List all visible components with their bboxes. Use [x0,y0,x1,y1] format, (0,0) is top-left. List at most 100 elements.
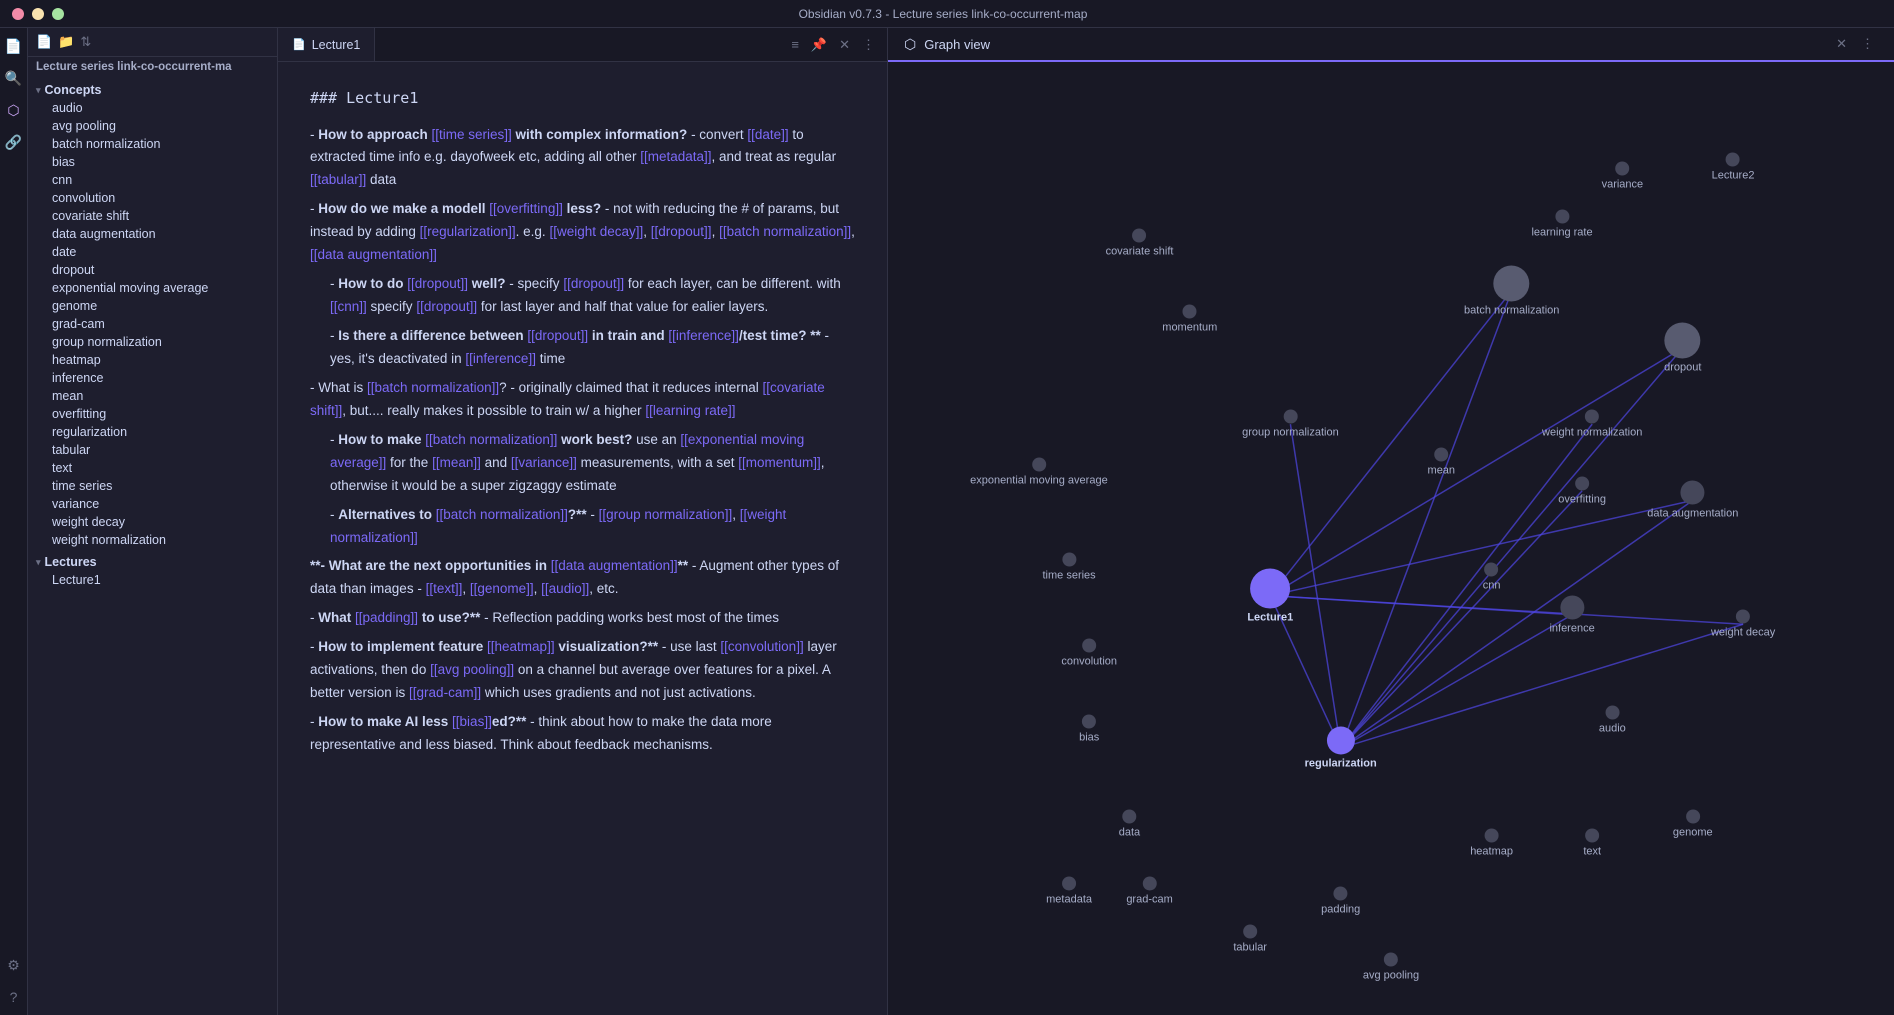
tree-item-regularization[interactable]: regularization [28,423,277,441]
graph-node-inference[interactable]: inference [1549,595,1594,634]
graph-node-data_augmentation[interactable]: data augmentation [1647,481,1738,520]
graph-node-time_series[interactable]: time series [1042,553,1095,582]
link-learning-rate[interactable]: [[learning rate]] [645,403,735,418]
tree-item-audio[interactable]: audio [28,99,277,117]
graph-node-text[interactable]: text [1583,829,1601,858]
tree-item-inference[interactable]: inference [28,369,277,387]
tree-item-dropout[interactable]: dropout [28,261,277,279]
graph-node-metadata[interactable]: metadata [1046,877,1092,906]
tree-item-variance[interactable]: variance [28,495,277,513]
activity-settings[interactable]: ⚙ [4,955,24,975]
link-weight-decay[interactable]: [[weight decay]] [549,224,643,239]
link-overfitting[interactable]: [[overfitting]] [489,201,563,216]
graph-node-variance[interactable]: variance [1602,162,1644,191]
link-dropout-3[interactable]: [[dropout]] [563,276,624,291]
link-batch-norm-3[interactable]: [[batch normalization]] [425,432,557,447]
link-regularization[interactable]: [[regularization]] [420,224,516,239]
link-heatmap[interactable]: [[heatmap]] [487,639,555,654]
link-inference[interactable]: [[inference]] [668,328,739,343]
link-padding[interactable]: [[padding]] [355,610,418,625]
graph-node-batch_normalization[interactable]: batch normalization [1464,265,1559,316]
tree-item-batch-normalization[interactable]: batch normalization [28,135,277,153]
editor-content[interactable]: ### Lecture1 - How to approach [[time se… [278,62,887,1015]
minimize-button[interactable] [32,8,44,20]
tree-item-mean[interactable]: mean [28,387,277,405]
graph-node-weight_normalization[interactable]: weight normalization [1542,410,1642,439]
graph-node-learning_rate[interactable]: learning rate [1531,210,1592,239]
link-avg-pooling[interactable]: [[avg pooling]] [430,662,514,677]
link-data-aug-2[interactable]: [[data augmentation]] [551,558,678,573]
graph-node-weight_decay[interactable]: weight decay [1711,610,1775,639]
tree-item-overfitting[interactable]: overfitting [28,405,277,423]
tree-item-time-series[interactable]: time series [28,477,277,495]
tree-item-group-normalization[interactable]: group normalization [28,333,277,351]
tree-item-grad-cam[interactable]: grad-cam [28,315,277,333]
tree-item-weight-decay[interactable]: weight decay [28,513,277,531]
tree-item-data-augmentation[interactable]: data augmentation [28,225,277,243]
graph-node-group_normalization[interactable]: group normalization [1242,410,1339,439]
maximize-button[interactable] [52,8,64,20]
link-inference-2[interactable]: [[inference]] [465,351,536,366]
link-group-norm[interactable]: [[group normalization]] [599,507,733,522]
activity-community[interactable]: 🔗 [4,132,24,152]
link-grad-cam[interactable]: [[grad-cam]] [409,685,481,700]
graph-node-cnn[interactable]: cnn [1483,562,1501,591]
graph-node-avg_pooling[interactable]: avg pooling [1363,953,1419,982]
link-mean[interactable]: [[mean]] [432,455,481,470]
graph-node-mean[interactable]: mean [1428,448,1456,477]
link-bias[interactable]: [[bias]] [452,714,492,729]
new-folder-icon[interactable]: 📁 [58,34,74,50]
pin-button[interactable]: 📌 [807,35,831,55]
graph-node-bias[interactable]: bias [1079,715,1099,744]
graph-node-momentum[interactable]: momentum [1162,305,1217,334]
graph-node-exponential_moving_average[interactable]: exponential moving average [970,457,1108,486]
graph-node-padding[interactable]: padding [1321,886,1360,915]
graph-node-data[interactable]: data [1119,810,1140,839]
close-button[interactable] [12,8,24,20]
tree-item-avg-pooling[interactable]: avg pooling [28,117,277,135]
graph-node-grad_cam[interactable]: grad-cam [1126,877,1172,906]
link-date[interactable]: [[date]] [747,127,788,142]
graph-node-genome[interactable]: genome [1673,810,1713,839]
activity-graph[interactable]: ⬡ [4,100,24,120]
link-cnn[interactable]: [[cnn]] [330,299,367,314]
tree-item-date[interactable]: date [28,243,277,261]
graph-node-tabular[interactable]: tabular [1233,924,1267,953]
tree-item-exp-moving-avg[interactable]: exponential moving average [28,279,277,297]
more-options-button[interactable]: ⋮ [858,35,879,55]
graph-node-dropout[interactable]: dropout [1664,322,1701,373]
tree-item-weight-normalization[interactable]: weight normalization [28,531,277,549]
graph-node-overfitting[interactable]: overfitting [1558,476,1606,505]
link-dropout-5[interactable]: [[dropout]] [527,328,588,343]
graph-node-heatmap[interactable]: heatmap [1470,829,1513,858]
activity-search[interactable]: 🔍 [4,68,24,88]
link-tabular[interactable]: [[tabular]] [310,172,366,187]
new-file-icon[interactable]: 📄 [36,34,52,50]
link-audio[interactable]: [[audio]] [541,581,589,596]
reader-mode-button[interactable]: ≡ [787,35,803,55]
graph-close-button[interactable]: ✕ [1832,34,1851,54]
tree-item-text[interactable]: text [28,459,277,477]
tree-item-heatmap[interactable]: heatmap [28,351,277,369]
close-tab-button[interactable]: ✕ [835,35,854,55]
link-text[interactable]: [[text]] [426,581,463,596]
link-genome[interactable]: [[genome]] [470,581,534,596]
tree-item-convolution[interactable]: convolution [28,189,277,207]
tree-item-bias[interactable]: bias [28,153,277,171]
tree-lectures-folder[interactable]: ▾ Lectures [28,553,277,571]
graph-node-Lecture2[interactable]: Lecture2 [1712,152,1755,181]
graph-node-covariate_shift[interactable]: covariate shift [1106,229,1174,258]
sort-icon[interactable]: ⇅ [80,34,91,50]
tree-item-tabular[interactable]: tabular [28,441,277,459]
link-dropout-2[interactable]: [[dropout]] [407,276,468,291]
tree-item-lecture1[interactable]: Lecture1 [28,571,277,589]
link-dropout-4[interactable]: [[dropout]] [416,299,477,314]
activity-files[interactable]: 📄 [4,36,24,56]
tree-item-cnn[interactable]: cnn [28,171,277,189]
graph-node-convolution[interactable]: convolution [1061,638,1117,667]
link-variance[interactable]: [[variance]] [511,455,577,470]
link-convolution[interactable]: [[convolution]] [720,639,803,654]
link-time-series[interactable]: [[time series]] [432,127,512,142]
link-data-augmentation[interactable]: [[data augmentation]] [310,247,437,262]
link-batch-norm-2[interactable]: [[batch normalization]] [367,380,499,395]
